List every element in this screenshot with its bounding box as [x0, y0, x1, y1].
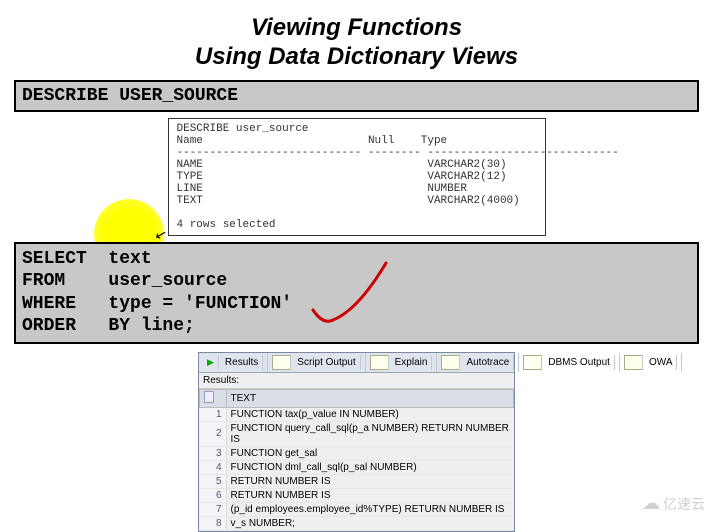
results-panel: ▶Results Script Output Explain Autotrace… [198, 352, 515, 532]
cloud-icon: ☁ [642, 493, 660, 514]
table-row: 6 RETURN NUMBER IS [200, 488, 514, 502]
tab-results[interactable]: ▶Results [199, 353, 268, 372]
select-line-2: FROM user_source [22, 271, 227, 291]
results-grid: TEXT 1FUNCTION tax(p_value IN NUMBER) 2F… [199, 389, 514, 531]
autotrace-icon [441, 355, 460, 370]
checkmark-icon [298, 255, 398, 335]
watermark: ☁ 亿速云 [642, 493, 705, 514]
tab-script-output[interactable]: Script Output [268, 353, 365, 372]
table-row: 4FUNCTION dml_call_sql(p_sal NUMBER) [200, 460, 514, 474]
title-line-2: Using Data Dictionary Views [0, 43, 713, 72]
explain-icon [370, 355, 389, 370]
results-tabs: ▶Results Script Output Explain Autotrace… [199, 353, 514, 373]
watermark-text: 亿速云 [663, 494, 705, 514]
tab-dbms-output[interactable]: DBMS Output [519, 353, 620, 372]
results-header: Results: [199, 373, 514, 389]
select-line-3: WHERE type = 'FUNCTION' [22, 294, 292, 314]
tab-explain[interactable]: Explain [366, 353, 438, 372]
slide-title: Viewing Functions Using Data Dictionary … [0, 0, 713, 72]
dbms-icon [523, 355, 542, 370]
describe-sql: DESCRIBE USER_SOURCE [22, 86, 238, 106]
table-row: 1FUNCTION tax(p_value IN NUMBER) [200, 407, 514, 421]
table-row: 3FUNCTION get_sal [200, 446, 514, 460]
table-row: 8 v_s NUMBER; [200, 516, 514, 530]
describe-sql-box: DESCRIBE USER_SOURCE [14, 80, 699, 112]
script-icon [272, 355, 291, 370]
table-row: 7 (p_id employees.employee_id%TYPE) RETU… [200, 502, 514, 516]
tab-owa[interactable]: OWA [620, 353, 683, 372]
describe-output: DESCRIBE user_source Name Null Type ----… [168, 118, 546, 236]
tab-autotrace[interactable]: Autotrace [437, 353, 519, 372]
play-icon: ▶ [203, 355, 219, 370]
table-row: 2FUNCTION query_call_sql(p_a NUMBER) RET… [200, 421, 514, 446]
col-text: TEXT [226, 389, 514, 407]
select-line-4: ORDER BY line; [22, 316, 195, 336]
table-row: 5 RETURN NUMBER IS [200, 474, 514, 488]
title-line-1: Viewing Functions [0, 14, 713, 43]
column-selector-icon [204, 391, 214, 403]
col-index [200, 389, 227, 407]
select-line-1: SELECT text [22, 249, 152, 269]
owa-icon [624, 355, 643, 370]
